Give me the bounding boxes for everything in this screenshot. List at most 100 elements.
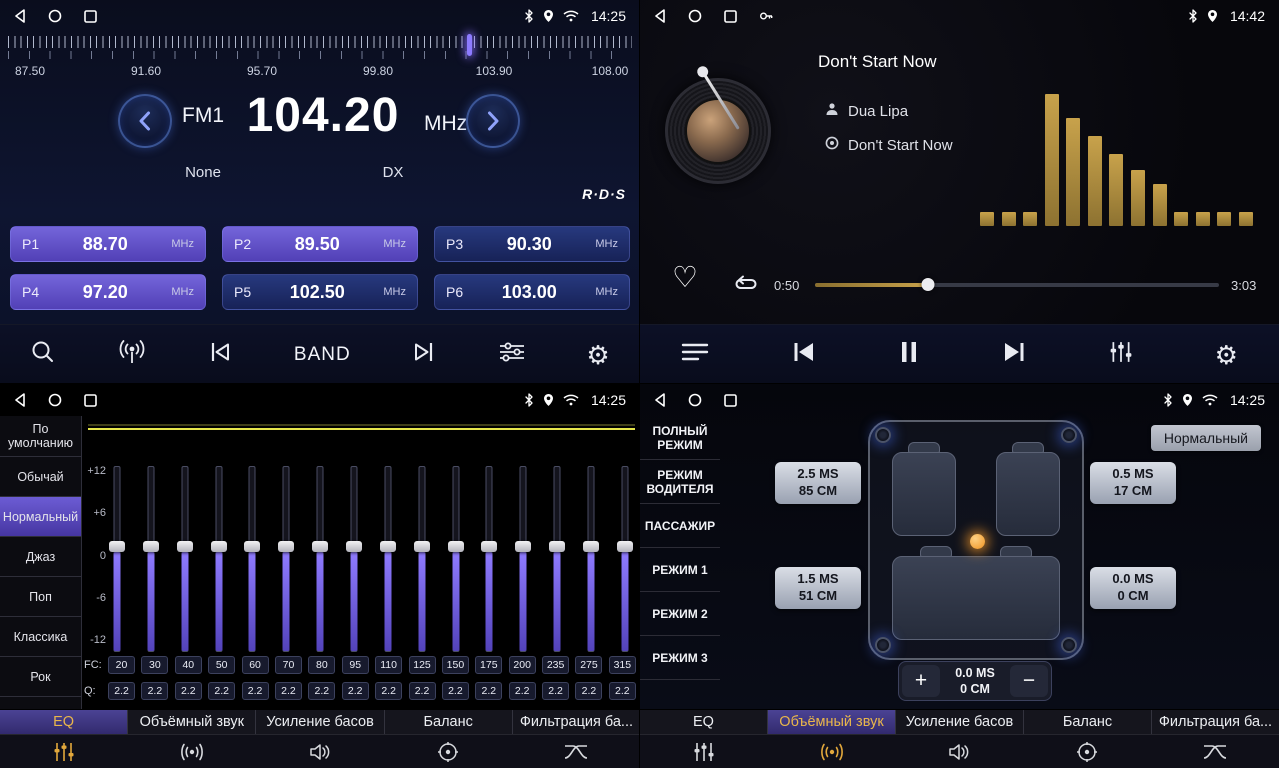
settings-gear-icon[interactable]: ⚙ xyxy=(1215,342,1238,368)
tuner-settings-button[interactable] xyxy=(498,340,526,369)
sound-mode-item[interactable]: РЕЖИМ 2 xyxy=(640,592,720,636)
eq-band-slider[interactable] xyxy=(548,466,566,652)
eq-band-slider[interactable] xyxy=(311,466,329,652)
soundfield-preset-button[interactable]: Нормальный xyxy=(1151,425,1261,451)
surround-sound-icon[interactable] xyxy=(768,735,896,768)
sound-mode-item[interactable]: РЕЖИМ ВОДИТЕЛЯ xyxy=(640,460,720,504)
frequency-scale[interactable] xyxy=(8,36,632,62)
slider-handle[interactable] xyxy=(380,541,396,552)
sound-mode-item[interactable]: ПАССАЖИР xyxy=(640,504,720,548)
eq-preset-item[interactable]: Рок xyxy=(0,657,81,697)
recents-button[interactable] xyxy=(84,10,97,23)
eq-band-slider[interactable] xyxy=(243,466,261,652)
slider-handle[interactable] xyxy=(244,541,260,552)
slider-handle[interactable] xyxy=(549,541,565,552)
eq-band-slider[interactable] xyxy=(379,466,397,652)
home-button[interactable] xyxy=(688,9,702,23)
balance-icon[interactable] xyxy=(1023,735,1151,768)
tune-down-button[interactable] xyxy=(118,94,172,148)
audio-tab[interactable]: Баланс xyxy=(385,710,513,734)
crossover-filter-icon[interactable] xyxy=(512,735,640,768)
listening-position-marker[interactable] xyxy=(970,534,985,549)
eq-sliders-icon[interactable] xyxy=(640,735,768,768)
home-button[interactable] xyxy=(48,9,62,23)
settings-gear-icon[interactable]: ⚙ xyxy=(586,342,609,368)
back-button[interactable] xyxy=(654,9,666,23)
recents-button[interactable] xyxy=(724,394,737,407)
surround-sound-icon[interactable] xyxy=(128,735,256,768)
recents-button[interactable] xyxy=(84,394,97,407)
recents-button[interactable] xyxy=(724,10,737,23)
slider-handle[interactable] xyxy=(617,541,633,552)
slider-handle[interactable] xyxy=(312,541,328,552)
previous-station-button[interactable] xyxy=(207,340,233,369)
audio-tab[interactable]: EQ xyxy=(0,710,128,734)
previous-track-button[interactable] xyxy=(791,341,817,368)
eq-band-slider[interactable] xyxy=(108,466,126,652)
slider-handle[interactable] xyxy=(414,541,430,552)
slider-handle[interactable] xyxy=(346,541,362,552)
repeat-icon[interactable] xyxy=(732,272,760,301)
slider-handle[interactable] xyxy=(211,541,227,552)
eq-band-slider[interactable] xyxy=(277,466,295,652)
delay-decrease-button[interactable]: − xyxy=(1010,665,1048,697)
eq-band-slider[interactable] xyxy=(514,466,532,652)
radio-preset-button[interactable]: P3 90.30 MHz xyxy=(434,226,630,262)
eq-band-slider[interactable] xyxy=(345,466,363,652)
tune-up-button[interactable] xyxy=(466,94,520,148)
seek-bar[interactable] xyxy=(815,283,1219,287)
bass-boost-icon[interactable] xyxy=(896,735,1024,768)
back-button[interactable] xyxy=(654,393,666,407)
eq-band-slider[interactable] xyxy=(210,466,228,652)
slider-handle[interactable] xyxy=(448,541,464,552)
radio-preset-button[interactable]: P6 103.00 MHz xyxy=(434,274,630,310)
eq-band-slider[interactable] xyxy=(616,466,634,652)
home-button[interactable] xyxy=(688,393,702,407)
radio-preset-button[interactable]: P5 102.50 MHz xyxy=(222,274,418,310)
audio-tab[interactable]: Объёмный звук xyxy=(768,710,896,734)
playlist-button[interactable] xyxy=(681,341,709,368)
radio-preset-button[interactable]: P2 89.50 MHz xyxy=(222,226,418,262)
back-button[interactable] xyxy=(14,9,26,23)
eq-preset-item[interactable]: Джаз xyxy=(0,537,81,577)
slider-handle[interactable] xyxy=(583,541,599,552)
slider-handle[interactable] xyxy=(481,541,497,552)
speaker-delay-chip[interactable]: 1.5 MS 51 CM xyxy=(775,567,861,609)
audio-tab[interactable]: Объёмный звук xyxy=(128,710,256,734)
bass-boost-icon[interactable] xyxy=(256,735,384,768)
eq-preset-item[interactable]: Классика xyxy=(0,617,81,657)
speaker-delay-chip[interactable]: 0.0 MS 0 CM xyxy=(1090,567,1176,609)
equalizer-button[interactable] xyxy=(1109,340,1133,369)
band-button[interactable]: BAND xyxy=(294,344,351,366)
slider-handle[interactable] xyxy=(109,541,125,552)
audio-tab[interactable]: Фильтрация ба... xyxy=(513,710,640,734)
slider-handle[interactable] xyxy=(143,541,159,552)
eq-preset-item[interactable]: Обычай xyxy=(0,457,81,497)
favorite-heart-icon[interactable]: ♡ xyxy=(672,264,698,293)
eq-band-slider[interactable] xyxy=(480,466,498,652)
audio-tab[interactable]: EQ xyxy=(640,710,768,734)
eq-preset-item[interactable]: Поп xyxy=(0,577,81,617)
delay-increase-button[interactable]: + xyxy=(902,665,940,697)
audio-tab[interactable]: Усиление басов xyxy=(256,710,384,734)
search-stations-button[interactable] xyxy=(30,339,56,370)
speaker-delay-chip[interactable]: 0.5 MS 17 CM xyxy=(1090,462,1176,504)
next-track-button[interactable] xyxy=(1001,341,1027,368)
home-button[interactable] xyxy=(48,393,62,407)
sound-mode-item[interactable]: РЕЖИМ 3 xyxy=(640,636,720,680)
radio-preset-button[interactable]: P4 97.20 MHz xyxy=(10,274,206,310)
crossover-filter-icon[interactable] xyxy=(1151,735,1279,768)
audio-tab[interactable]: Фильтрация ба... xyxy=(1152,710,1279,734)
eq-band-slider[interactable] xyxy=(582,466,600,652)
next-station-button[interactable] xyxy=(411,340,437,369)
eq-preset-item[interactable]: По умолчанию xyxy=(0,416,81,457)
eq-band-slider[interactable] xyxy=(447,466,465,652)
seek-bar-knob[interactable] xyxy=(922,278,935,291)
broadcast-scan-button[interactable] xyxy=(117,339,147,370)
eq-preset-item[interactable]: Нормальный xyxy=(0,497,81,537)
eq-band-slider[interactable] xyxy=(142,466,160,652)
eq-band-slider[interactable] xyxy=(176,466,194,652)
sound-mode-item[interactable]: РЕЖИМ 1 xyxy=(640,548,720,592)
slider-handle[interactable] xyxy=(278,541,294,552)
sound-mode-item[interactable]: ПОЛНЫЙ РЕЖИМ xyxy=(640,416,720,460)
